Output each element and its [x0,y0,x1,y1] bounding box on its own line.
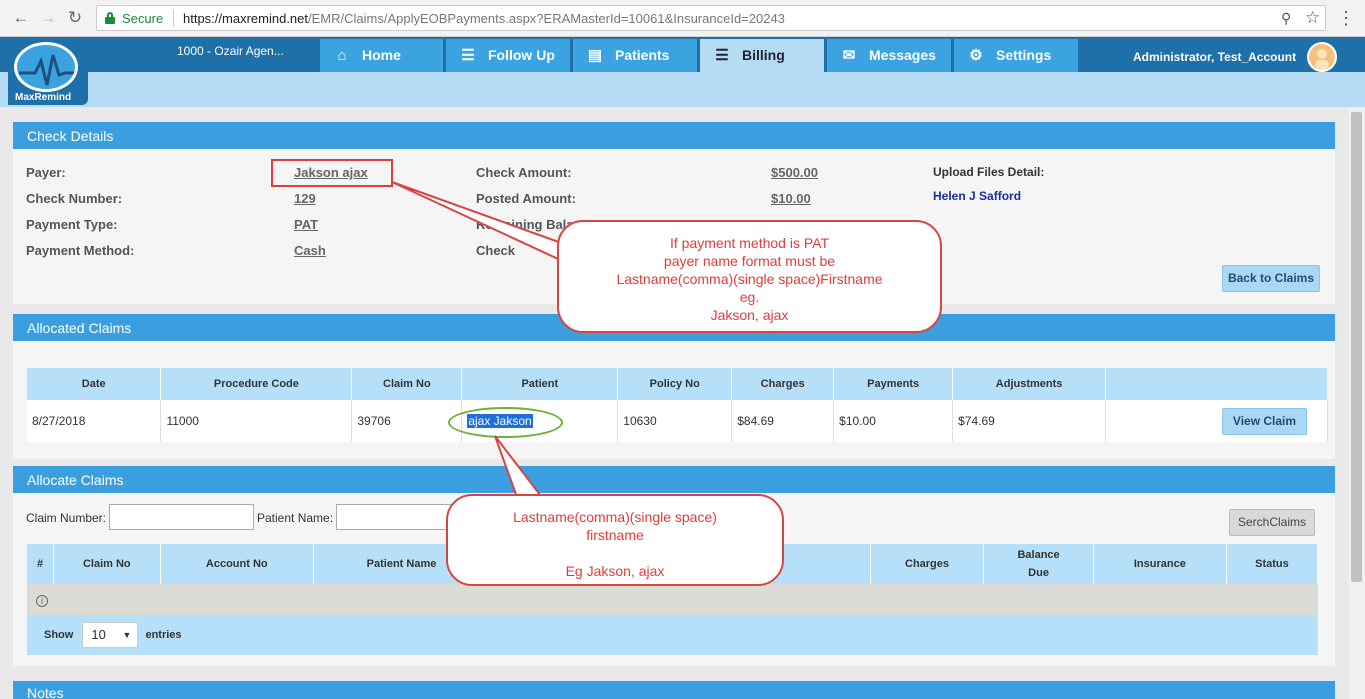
callout-line: Eg Jakson, ajax [565,563,665,579]
annotation-callout-payer: If payment method is PAT payer name form… [557,220,942,333]
annotation-arrows [391,181,585,501]
callout-line: Lastname(comma)(single space) [513,509,717,525]
callout-line: If payment method is PAT [670,235,829,251]
callout-line: Jakson, ajax [710,307,789,323]
callout-line: firstname [586,527,644,543]
annotation-callout-patient: Lastname(comma)(single space) firstname … [446,494,784,586]
callout-line: payer name format must be [663,253,836,269]
callout-line: Lastname(comma)(single space)Firstname [616,271,883,287]
callout-line [448,544,782,562]
callout-line: eg. [739,289,760,305]
